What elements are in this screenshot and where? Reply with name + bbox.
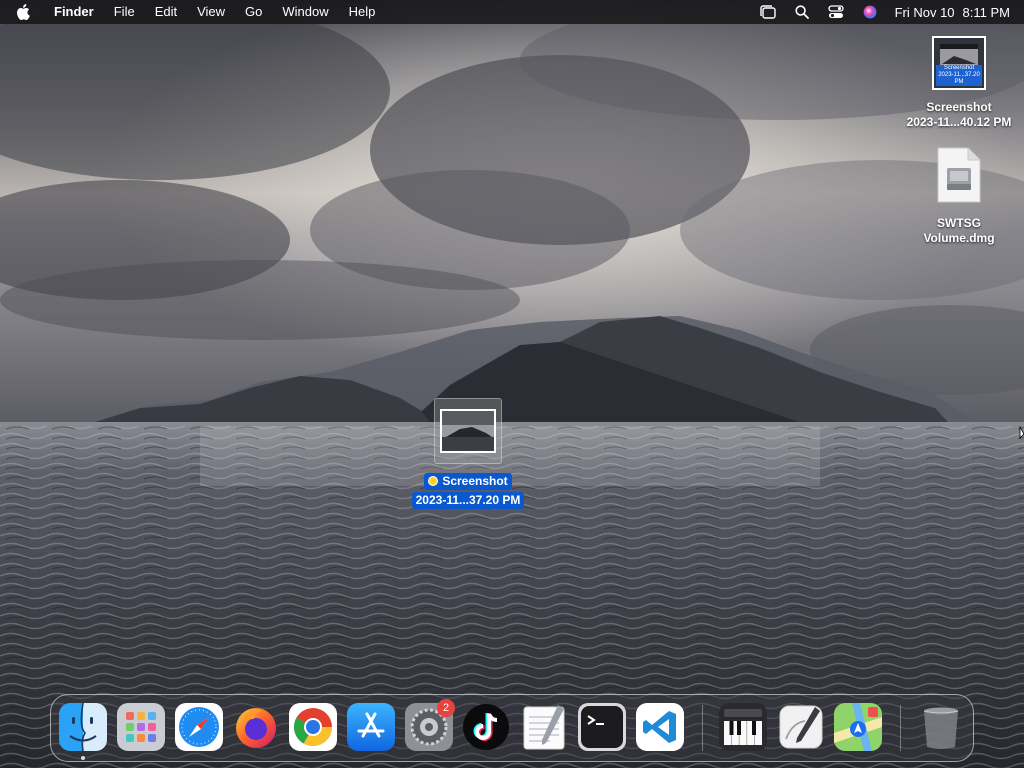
menu-app-name[interactable]: Finder	[48, 0, 104, 24]
dock-vscode-icon[interactable]	[636, 703, 684, 751]
dock-chrome-icon[interactable]	[289, 703, 337, 751]
menu-file[interactable]: File	[104, 0, 145, 24]
desktop-icon-label: 2023-11...40.12 PM	[906, 115, 1012, 129]
dock-firefox-icon[interactable]	[232, 703, 280, 751]
dock-launchpad-icon[interactable]	[117, 703, 165, 751]
desktop-icon-label: Screenshot	[926, 100, 992, 114]
menu-view[interactable]: View	[187, 0, 235, 24]
screenshot-thumbnail: Screenshot 2023-11...37.20 PM	[932, 36, 986, 90]
notification-badge: 2	[437, 699, 455, 717]
dock-safari-icon[interactable]	[175, 703, 223, 751]
stage-manager-icon[interactable]	[757, 0, 779, 24]
desktop-icon-label: Volume.dmg	[923, 231, 995, 245]
dock-tiktok-icon[interactable]	[462, 703, 510, 751]
dock-system-settings-icon[interactable]: 2	[405, 699, 455, 751]
menu-help[interactable]: Help	[339, 0, 386, 24]
menu-bar: Finder File Edit View Go Window Help Fri…	[0, 0, 1024, 24]
apple-menu-icon[interactable]	[16, 4, 36, 20]
desktop-icon-disk-image[interactable]: SWTSG Volume.dmg	[906, 146, 1012, 246]
dock-separator	[900, 705, 901, 751]
selected-icon-label: 2023-11...37.20 PM	[411, 492, 525, 509]
menu-window[interactable]: Window	[272, 0, 338, 24]
menu-go[interactable]: Go	[235, 0, 272, 24]
dock-app-store-icon[interactable]	[347, 703, 395, 751]
yellow-tag-icon	[428, 476, 439, 486]
desktop-icon-screenshot-selected[interactable]: Screenshot 2023-11...37.20 PM	[404, 398, 532, 509]
menu-bar-clock[interactable]: Fri Nov 10 8:11 PM	[895, 5, 1010, 20]
dock-finder-icon[interactable]	[59, 703, 107, 751]
clock-date: Fri Nov 10	[894, 4, 955, 20]
desktop-icon-screenshot-1[interactable]: Screenshot 2023-11...37.20 PM Screenshot …	[898, 36, 1020, 130]
dock-trash-icon[interactable]	[917, 703, 965, 751]
clock-time: 8:11 PM	[962, 4, 1010, 20]
desktop-icon-label: SWTSG	[937, 216, 981, 230]
dock-script-editor-icon[interactable]	[777, 703, 825, 751]
screenshot-thumbnail	[440, 409, 496, 453]
dock: 2	[50, 694, 974, 762]
thumbnail-selected-label: Screenshot 2023-11...37.20 PM	[936, 65, 982, 86]
dock-textedit-icon[interactable]	[520, 703, 568, 751]
siri-icon[interactable]	[859, 0, 881, 24]
control-center-icon[interactable]	[825, 0, 847, 24]
dock-separator	[702, 705, 703, 751]
selection-highlight	[434, 398, 502, 464]
mouse-cursor-icon	[1019, 426, 1024, 439]
spotlight-search-icon[interactable]	[791, 0, 813, 24]
disk-image-file-icon	[936, 146, 982, 204]
dock-terminal-icon[interactable]	[578, 703, 626, 751]
dock-maps-icon[interactable]	[834, 703, 882, 751]
menu-edit[interactable]: Edit	[145, 0, 187, 24]
desktop-wallpaper[interactable]	[0, 0, 1024, 768]
selected-icon-label: Screenshot	[424, 473, 512, 490]
running-indicator	[81, 756, 85, 760]
dock-piano-icon[interactable]	[719, 703, 767, 751]
